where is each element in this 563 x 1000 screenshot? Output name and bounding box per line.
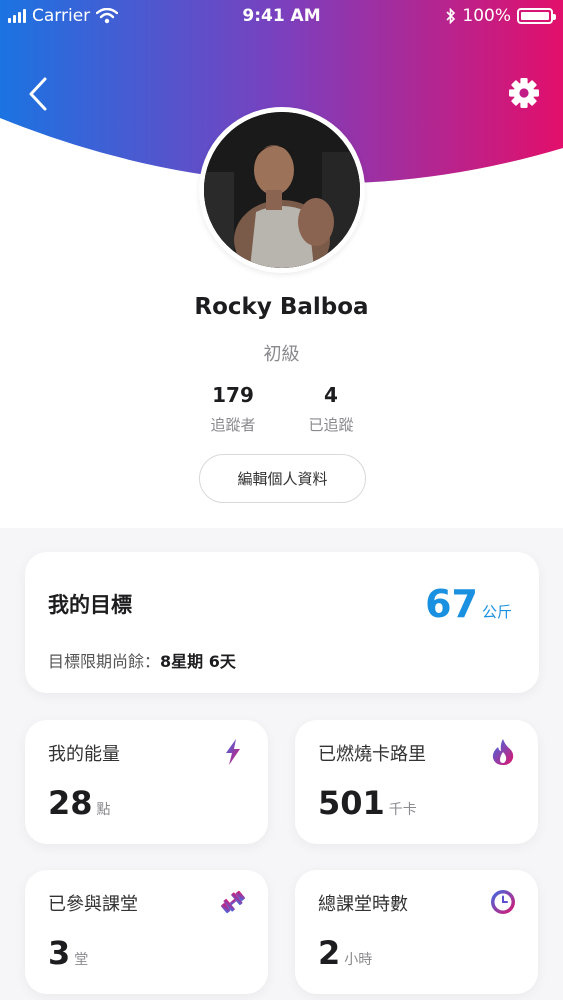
goal-unit: 公斤 [481,603,512,621]
hours-card[interactable]: 總課堂時數 2 小時 [295,870,538,994]
back-button[interactable] [20,74,56,114]
chevron-left-icon [29,77,47,111]
classes-number: 3 [48,934,71,972]
goal-value: 67 公斤 [425,582,512,626]
classes-value: 3 堂 [48,934,88,972]
calories-title: 已燃燒卡路里 [318,744,426,765]
goal-deadline-value: 8星期 6天 [160,652,236,671]
calories-card[interactable]: 已燃燒卡路里 501 千卡 [295,720,538,844]
followers-label: 追蹤者 [210,416,256,434]
followers-count: 179 [212,383,254,407]
energy-value: 28 點 [48,784,111,822]
goal-deadline: 目標限期尚餘： 8星期 6天 [48,648,236,672]
profile-level: 初級 [263,344,300,365]
battery-percent: 100% [462,6,511,26]
calories-number: 501 [318,784,385,822]
hours-number: 2 [318,934,341,972]
avatar[interactable] [199,107,365,273]
avatar-photo [204,112,360,268]
dumbbell-icon [221,890,245,914]
hours-unit: 小時 [344,952,373,968]
following-stat[interactable]: 4 已追蹤 [281,382,381,435]
following-count: 4 [324,383,338,407]
status-right: 100% [446,6,556,26]
energy-number: 28 [48,784,93,822]
goal-weight: 67 [425,582,478,626]
classes-card[interactable]: 已參與課堂 3 堂 [25,870,268,994]
flame-icon [492,739,514,765]
energy-unit: 點 [96,802,111,818]
edit-profile-button[interactable]: 編輯個人資料 [199,454,366,503]
goal-deadline-label: 目標限期尚餘： [48,652,161,671]
calories-unit: 千卡 [388,802,417,818]
clock-icon [491,890,515,914]
classes-title: 已參與課堂 [48,894,138,915]
settings-button[interactable] [507,76,541,110]
followers-stat[interactable]: 179 追蹤者 [183,382,283,435]
goal-card[interactable]: 我的目標 67 公斤 目標限期尚餘： 8星期 6天 [25,552,539,693]
hours-value: 2 小時 [318,934,372,972]
goal-title: 我的目標 [48,593,132,617]
battery-icon [517,8,556,24]
calories-value: 501 千卡 [318,784,417,822]
status-bar: Carrier 9:41 AM 100% [0,0,563,34]
hours-title: 總課堂時數 [318,894,408,915]
lightning-icon [226,739,240,765]
following-label: 已追蹤 [308,416,354,434]
profile-name: Rocky Balboa [194,294,369,320]
energy-title: 我的能量 [48,744,120,765]
bluetooth-icon [446,8,456,24]
classes-unit: 堂 [74,952,89,968]
gear-icon [509,78,539,108]
energy-card[interactable]: 我的能量 28 點 [25,720,268,844]
